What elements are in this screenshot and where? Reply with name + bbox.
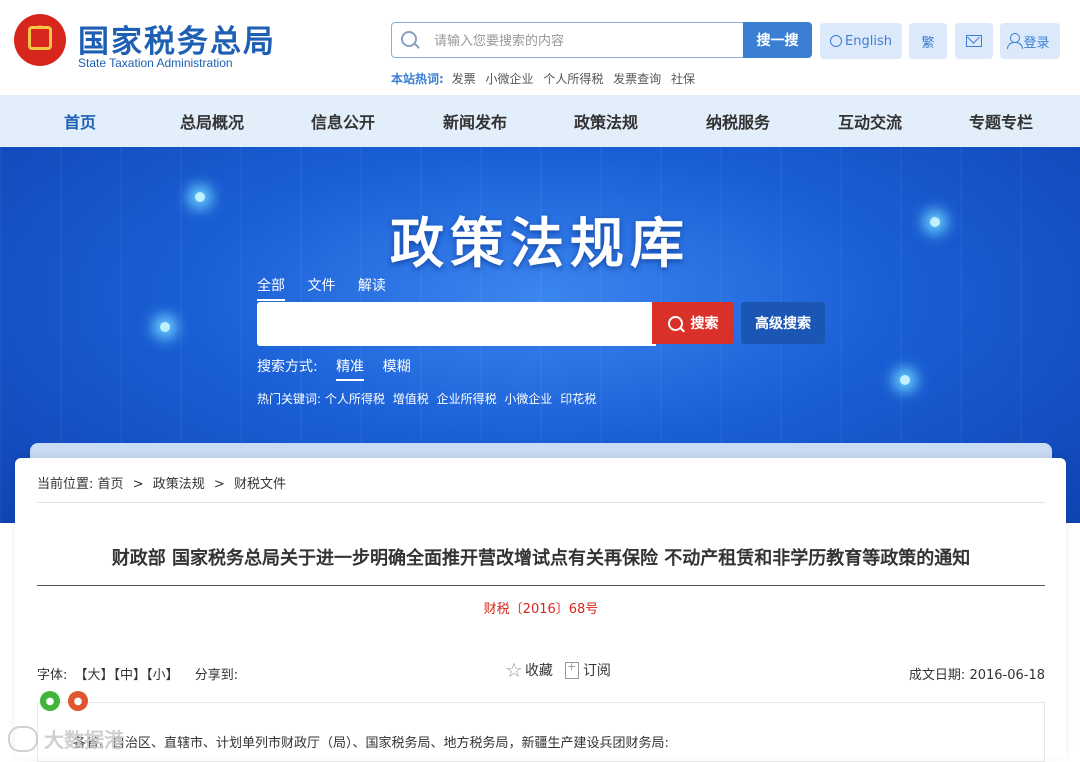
breadcrumb-tax-docs[interactable]: 财税文件 xyxy=(234,477,286,492)
watermark: 大数据港 xyxy=(8,724,124,753)
favorite-button[interactable]: 收藏 xyxy=(525,660,553,680)
nav-item-topics[interactable]: 专题专栏 xyxy=(935,95,1067,147)
font-size-large[interactable]: 【大】 xyxy=(75,668,114,683)
document-date: 成文日期: 2016-06-18 xyxy=(909,664,1045,683)
hot-keyword-link[interactable]: 印花税 xyxy=(560,392,596,406)
article-title: 财政部 国家税务总局关于进一步明确全面推开营改增试点有关再保险 不动产租赁和非学… xyxy=(111,548,971,569)
hot-word-link[interactable]: 小微企业 xyxy=(485,72,533,86)
tab-interpretations[interactable]: 解读 xyxy=(358,275,386,299)
search-mode: 搜索方式: 精准 模糊 xyxy=(257,356,411,381)
watermark-icon xyxy=(8,725,38,752)
national-emblem-logo[interactable] xyxy=(14,14,66,66)
nav-item-policy[interactable]: 政策法规 xyxy=(540,95,672,147)
hot-words-label: 本站热词: xyxy=(391,72,444,86)
nav-item-home[interactable]: 首页 xyxy=(14,95,146,147)
date-label: 成文日期: xyxy=(908,668,966,683)
english-label: English xyxy=(845,33,892,49)
watermark-text: 大数据港 xyxy=(44,728,124,752)
subscribe-button[interactable]: 订阅 xyxy=(583,660,611,680)
user-icon xyxy=(1007,33,1024,49)
mail-icon xyxy=(966,35,982,47)
breadcrumb-separator: > xyxy=(213,477,225,492)
mail-button[interactable] xyxy=(955,23,993,59)
tab-all[interactable]: 全部 xyxy=(257,275,285,301)
hot-keyword-link[interactable]: 小微企业 xyxy=(504,392,552,406)
divider xyxy=(37,502,1045,503)
site-subtitle: State Taxation Administration xyxy=(78,56,233,70)
site-search-button[interactable]: 搜一搜 xyxy=(743,22,812,58)
site-search-input[interactable] xyxy=(432,30,736,52)
site-hot-words: 本站热词: 发票 小微企业 个人所得税 发票查询 社保 xyxy=(391,70,701,87)
traditional-chinese-button[interactable]: 繁 xyxy=(909,23,947,59)
login-button[interactable]: 登录 xyxy=(1000,23,1060,59)
main-nav: 首页 总局概况 信息公开 新闻发布 政策法规 纳税服务 互动交流 专题专栏 xyxy=(0,95,1080,147)
hot-word-link[interactable]: 发票查询 xyxy=(613,72,661,86)
wechat-share-icon[interactable]: ● xyxy=(40,691,60,711)
hot-keywords-label: 热门关键词: xyxy=(257,392,322,406)
login-label: 登录 xyxy=(1023,35,1050,51)
article-actions: ☆ 收藏 订阅 xyxy=(505,660,611,681)
nav-item-interaction[interactable]: 互动交流 xyxy=(804,95,936,147)
tab-documents[interactable]: 文件 xyxy=(307,275,335,299)
subscribe-icon[interactable] xyxy=(564,660,579,679)
globe-icon xyxy=(830,35,843,47)
hot-word-link[interactable]: 发票 xyxy=(452,72,476,86)
title-divider xyxy=(37,585,1045,586)
search-mode-label: 搜索方式: xyxy=(257,359,318,375)
banner-hot-keywords: 热门关键词: 个人所得税 增值税 企业所得税 小微企业 印花税 xyxy=(257,390,600,407)
share-label: 分享到: xyxy=(194,668,239,683)
date-value: 2016-06-18 xyxy=(969,668,1045,683)
font-size-small[interactable]: 【小】 xyxy=(146,668,179,683)
search-mode-fuzzy[interactable]: 模糊 xyxy=(383,356,411,379)
weibo-share-icon[interactable]: ● xyxy=(68,691,88,711)
advanced-search-button[interactable]: 高级搜索 xyxy=(741,302,825,344)
font-size-medium[interactable]: 【中】 xyxy=(114,668,147,683)
article-card: 当前位置: 首页 > 政策法规 > 财税文件 财政部 国家税务总局关于进一步明确… xyxy=(15,458,1066,762)
breadcrumb-label: 当前位置: xyxy=(37,477,94,492)
banner-glow-dot xyxy=(160,322,170,332)
document-number: 财税〔2016〕68号 xyxy=(483,602,599,617)
breadcrumb-policy[interactable]: 政策法规 xyxy=(153,477,205,492)
search-mode-exact[interactable]: 精准 xyxy=(336,356,365,381)
policy-search-button[interactable]: 搜索 xyxy=(652,302,734,344)
breadcrumb-home[interactable]: 首页 xyxy=(98,477,124,492)
nav-item-news[interactable]: 新闻发布 xyxy=(409,95,541,147)
font-size-tools: 字体: 【大】【中】【小】 分享到: xyxy=(37,664,238,683)
font-size-label: 字体: xyxy=(37,668,68,683)
nav-item-overview[interactable]: 总局概况 xyxy=(146,95,278,147)
policy-search-input[interactable] xyxy=(257,302,656,346)
breadcrumb-separator: > xyxy=(132,477,144,492)
banner-glow-dot xyxy=(900,375,910,385)
site-search-box xyxy=(391,22,743,58)
site-title[interactable]: 国家税务总局 xyxy=(78,16,276,61)
hot-word-link[interactable]: 个人所得税 xyxy=(543,72,603,86)
search-icon xyxy=(401,31,417,47)
search-icon xyxy=(667,315,683,331)
hot-keyword-link[interactable]: 增值税 xyxy=(393,392,429,406)
nav-item-info-disclosure[interactable]: 信息公开 xyxy=(277,95,409,147)
star-icon[interactable]: ☆ xyxy=(505,660,523,680)
nav-item-tax-service[interactable]: 纳税服务 xyxy=(672,95,804,147)
site-header: 国家税务总局 State Taxation Administration 搜一搜… xyxy=(0,0,1080,95)
hot-keyword-link[interactable]: 个人所得税 xyxy=(325,392,385,406)
banner-title: 政策法规库 xyxy=(390,211,690,275)
english-button[interactable]: English xyxy=(820,23,902,59)
hot-keyword-link[interactable]: 企业所得税 xyxy=(437,392,497,406)
policy-search-label: 搜索 xyxy=(690,316,719,332)
article-body-text: 各省、自治区、直辖市、计划单列市财政厅（局）、国家税务局、地方税务局，新疆生产建… xyxy=(73,736,669,751)
banner-search-tabs: 全部 文件 解读 xyxy=(257,275,404,301)
breadcrumb: 当前位置: 首页 > 政策法规 > 财税文件 xyxy=(37,473,286,492)
hot-word-link[interactable]: 社保 xyxy=(671,72,695,86)
